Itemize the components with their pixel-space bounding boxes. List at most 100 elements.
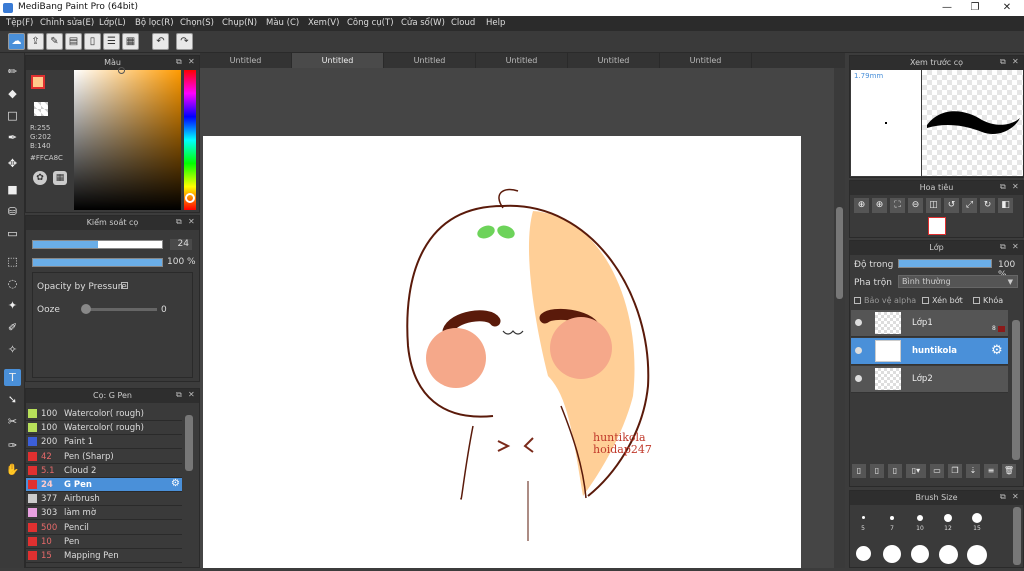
list-icon[interactable]: ☰ xyxy=(103,33,120,50)
panel-close-icon[interactable]: ✕ xyxy=(1012,492,1019,501)
opacity-pressure-checkbox[interactable] xyxy=(121,282,128,289)
foreground-color-swatch[interactable] xyxy=(31,75,45,89)
brush-size-option[interactable] xyxy=(967,545,987,565)
brush-item[interactable]: 100 Watercolor( rough) xyxy=(26,421,182,436)
brush-size-option[interactable] xyxy=(911,545,929,563)
gear-icon[interactable]: ⚙ xyxy=(991,343,1003,358)
layer-list-scrollbar[interactable] xyxy=(1011,318,1021,470)
maximize-button[interactable]: ❐ xyxy=(960,0,990,16)
chat-icon[interactable]: ▤ xyxy=(65,33,82,50)
brush-item[interactable]: 42 Pen (Sharp) xyxy=(26,450,182,464)
panel-close-icon[interactable]: ✕ xyxy=(1012,242,1019,251)
clipping-checkbox[interactable] xyxy=(922,297,929,304)
panel-close-icon[interactable]: ✕ xyxy=(1012,57,1019,66)
brush-list-scrollbar[interactable] xyxy=(185,415,193,471)
brush-size-option[interactable]: 7 xyxy=(884,513,900,532)
fullscreen-icon[interactable]: ⤢ xyxy=(962,198,977,213)
magic-wand-tool-icon[interactable]: ✦ xyxy=(4,297,21,314)
tab-untitled[interactable]: Untitled xyxy=(476,53,568,68)
navigator-thumbnail[interactable] xyxy=(928,217,946,235)
canvas-vertical-scrollbar[interactable] xyxy=(834,68,845,568)
menu-edit[interactable]: Chỉnh sửa(E) xyxy=(40,18,94,28)
menu-tools[interactable]: Công cụ(T) xyxy=(347,18,394,28)
cloud-icon[interactable]: ☁ xyxy=(8,33,25,50)
menu-help[interactable]: Help xyxy=(486,18,505,28)
rotate-left-icon[interactable]: ↺ xyxy=(944,198,959,213)
brush-size-slider[interactable] xyxy=(32,240,163,249)
comment-icon[interactable]: ✎ xyxy=(46,33,63,50)
operation-tool-icon[interactable]: ➘ xyxy=(4,391,21,408)
panel-float-icon[interactable]: ⧉ xyxy=(176,390,182,400)
bucket-tool-icon[interactable]: ⛁ xyxy=(4,203,21,220)
brush-item[interactable]: 10 Pen xyxy=(26,535,182,549)
brush-size-option[interactable] xyxy=(856,546,871,561)
brush-size-option[interactable]: 12 xyxy=(940,513,956,532)
brush-tool-icon[interactable]: ✏ xyxy=(4,63,21,80)
duplicate-layer-icon[interactable]: ❐ xyxy=(948,464,962,478)
menu-filter[interactable]: Bộ lọc(R) xyxy=(135,18,174,28)
tab-untitled[interactable]: Untitled xyxy=(660,53,752,68)
rect-tool-icon[interactable]: □ xyxy=(4,107,21,124)
add-layer-dropdown-icon[interactable]: ▯▾ xyxy=(906,464,926,478)
divide-tool-icon[interactable]: ✂ xyxy=(4,413,21,430)
brush-size-option[interactable]: 5 xyxy=(855,513,871,532)
flip-icon[interactable]: ◧ xyxy=(998,198,1013,213)
layer-row-selected[interactable]: huntikola ⚙ xyxy=(851,338,1008,365)
tab-untitled-active[interactable]: Untitled xyxy=(292,53,384,68)
grid-icon[interactable]: ▦ xyxy=(122,33,139,50)
hand-tool-icon[interactable]: ✋ xyxy=(4,461,21,478)
eyedropper-tool-icon[interactable]: ✑ xyxy=(4,437,21,454)
hue-slider[interactable] xyxy=(184,70,196,210)
palette-icon[interactable]: ✿ xyxy=(33,171,47,185)
text-tool-icon[interactable]: T xyxy=(4,369,21,386)
swatch-icon[interactable]: ▦ xyxy=(53,171,67,185)
brush-item[interactable]: 5.1 Cloud 2 xyxy=(26,464,182,478)
transparent-swatch[interactable] xyxy=(34,102,48,116)
brush-size-value[interactable]: 24 xyxy=(170,239,192,250)
layer-properties-icon[interactable]: ≡ xyxy=(984,464,998,478)
eraser-tool-icon[interactable]: ◆ xyxy=(4,85,21,102)
brush-item[interactable]: 100 Watercolor( rough) xyxy=(26,407,182,421)
pen-tool-icon[interactable]: ✒ xyxy=(4,129,21,146)
fill-rect-tool-icon[interactable]: ■ xyxy=(4,181,21,198)
brush-item[interactable]: 500 Pencil xyxy=(26,521,182,535)
panel-float-icon[interactable]: ⧉ xyxy=(176,57,182,67)
undo-icon[interactable]: ↶ xyxy=(152,33,169,50)
panel-float-icon[interactable]: ⧉ xyxy=(1000,242,1006,252)
eye-icon[interactable] xyxy=(855,347,862,354)
move-tool-icon[interactable]: ✥ xyxy=(4,155,21,172)
tab-untitled[interactable]: Untitled xyxy=(384,53,476,68)
layer-scrollbar-thumb[interactable] xyxy=(1012,320,1020,460)
brush-item[interactable]: 377 Airbrush xyxy=(26,492,182,507)
menu-layer[interactable]: Lớp(L) xyxy=(99,18,126,28)
merge-down-icon[interactable]: ⇣ xyxy=(966,464,980,478)
gear-icon[interactable]: ⚙ xyxy=(171,478,180,489)
menu-select[interactable]: Chọn(S) xyxy=(180,18,214,28)
menu-view[interactable]: Xem(V) xyxy=(308,18,339,28)
menu-snap[interactable]: Chụp(N) xyxy=(222,18,257,28)
brush-size-option[interactable]: 15 xyxy=(969,513,985,532)
select-eraser-tool-icon[interactable]: ✧ xyxy=(4,341,21,358)
menu-file[interactable]: Tệp(F) xyxy=(6,18,33,28)
menu-color[interactable]: Màu (C) xyxy=(266,18,299,28)
hue-slider-handle[interactable] xyxy=(185,193,195,203)
lock-checkbox[interactable] xyxy=(973,297,980,304)
select-rect-tool-icon[interactable]: ⬚ xyxy=(4,253,21,270)
brush-size-option[interactable]: 10 xyxy=(912,513,928,532)
panel-float-icon[interactable]: ⧉ xyxy=(176,217,182,227)
panel-close-icon[interactable]: ✕ xyxy=(188,217,195,226)
panel-close-icon[interactable]: ✕ xyxy=(188,390,195,399)
fit-window-icon[interactable]: ⛶ xyxy=(890,198,905,213)
folder-icon[interactable]: ▭ xyxy=(930,464,944,478)
page-icon[interactable]: ▯ xyxy=(84,33,101,50)
menu-cloud[interactable]: Cloud xyxy=(451,18,475,28)
brush-item[interactable]: 303 làm mờ xyxy=(26,506,182,521)
protect-alpha-checkbox[interactable] xyxy=(854,297,861,304)
ooze-slider[interactable] xyxy=(83,308,157,311)
brush-size-option[interactable] xyxy=(883,545,901,563)
new-layer-icon[interactable]: ▯ xyxy=(852,464,866,478)
eye-icon[interactable] xyxy=(855,319,862,326)
rotate-right-icon[interactable]: ↻ xyxy=(980,198,995,213)
redo-icon[interactable]: ↷ xyxy=(176,33,193,50)
brush-item[interactable]: 15 Mapping Pen xyxy=(26,549,182,563)
